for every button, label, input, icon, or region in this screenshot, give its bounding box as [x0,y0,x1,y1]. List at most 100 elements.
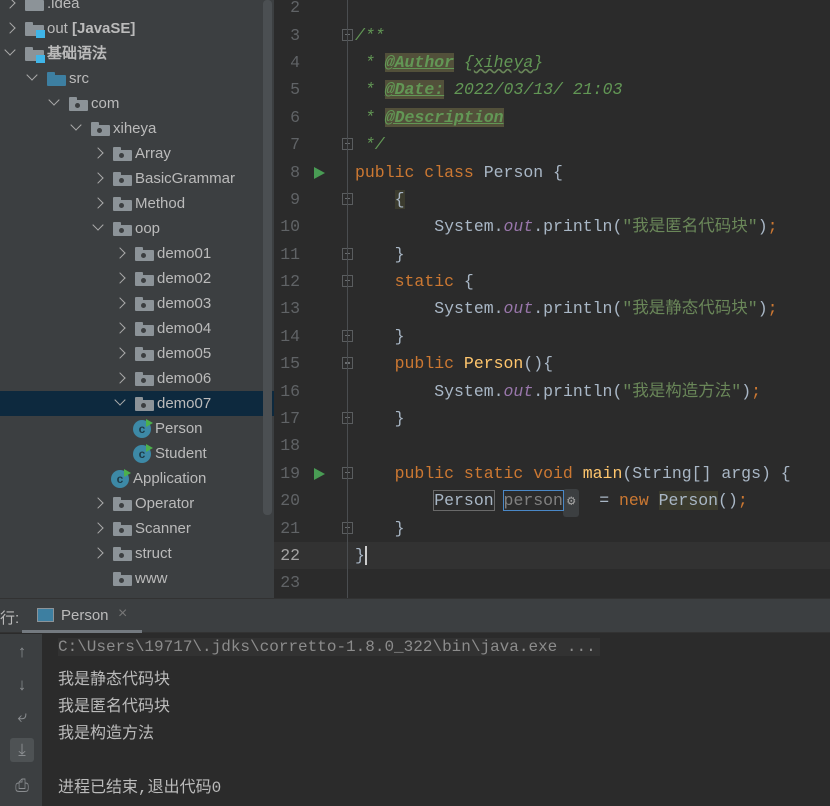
code-token[interactable]: person [502,490,564,512]
code-token: System. [355,217,504,237]
up-arrow-icon[interactable]: ↑ [10,640,34,664]
tree-item[interactable]: xiheya [0,116,262,141]
tree-item[interactable]: Array [0,141,262,166]
tree-item[interactable]: out [JavaSE] [0,16,262,41]
code-line[interactable]: 21 } [274,515,830,542]
chevron-right-icon[interactable] [114,321,126,334]
code-line[interactable]: 12 static { [274,268,830,295]
code-token: (String[] args) { [622,463,791,483]
chevron-right-icon[interactable] [92,171,104,184]
soft-wrap-icon[interactable]: ⤶ [10,705,34,729]
tree-item[interactable]: demo02 [0,266,262,291]
package-icon [135,271,154,286]
code-line[interactable]: 17 } [274,405,830,432]
code-line[interactable]: 5 * @Date: 2022/03/13/ 21:03 [274,76,830,103]
tree-item[interactable]: www [0,566,262,591]
run-gutter-icon[interactable] [314,166,325,179]
chevron-down-icon[interactable] [114,393,126,406]
tree-item[interactable]: c Application [0,466,262,491]
chevron-right-icon[interactable] [4,21,16,34]
code-line[interactable]: 15 public Person(){ [274,350,830,377]
chevron-right-icon[interactable] [4,0,16,9]
package-icon [113,171,132,186]
code-line[interactable]: 16 System.out.println("我是构造方法"); [274,378,830,405]
chevron-right-icon[interactable] [92,546,104,559]
line-number: 11 [280,244,300,264]
code-line[interactable]: 20 Person person ⚙ = new Person(); [274,487,830,517]
tree-item[interactable]: .idea [0,0,262,16]
run-tab-person[interactable]: Person × [22,599,142,633]
code-line[interactable]: 14 } [274,323,830,350]
tree-item[interactable]: oop [0,216,262,241]
chevron-down-icon[interactable] [70,118,82,131]
code-line[interactable]: 3 /** [274,22,830,49]
code-line[interactable]: 13 System.out.println("我是静态代码块"); [274,295,830,322]
chevron-right-icon[interactable] [114,271,126,284]
tree-item[interactable]: Scanner [0,516,262,541]
code-text: static { [355,268,474,295]
console-icon [37,608,54,622]
chevron-right-icon[interactable] [114,246,126,259]
code-line[interactable]: 19 public static void main(String[] args… [274,460,830,487]
tree-item[interactable]: Operator [0,491,262,516]
tree-item[interactable]: demo05 [0,341,262,366]
chevron-right-icon[interactable] [114,346,126,359]
code-token: xiheya [473,53,534,73]
tree-item[interactable]: com [0,91,262,116]
chevron-down-icon[interactable] [92,218,104,231]
code-line[interactable]: 2 [274,0,830,22]
project-tree-scrollbar[interactable] [263,0,272,515]
tree-item-label: Application [133,469,207,487]
tree-item[interactable]: demo04 [0,316,262,341]
tree-item-label: .idea [47,0,80,12]
chevron-right-icon[interactable] [92,146,104,159]
down-arrow-icon[interactable]: ↓ [10,673,34,697]
scroll-to-end-icon[interactable]: ⤓ [10,737,34,762]
code-line[interactable]: 10 System.out.println("我是匿名代码块"); [274,213,830,240]
code-token: { [463,272,474,292]
tree-item[interactable]: BasicGrammar [0,166,262,191]
gear-icon[interactable]: ⚙ [562,489,580,517]
tree-item-label: Scanner [135,519,191,537]
code-line[interactable]: 7 */ [274,131,830,158]
tree-item[interactable]: demo06 [0,366,262,391]
tree-item[interactable]: struct [0,541,262,566]
print-icon[interactable]: ⎙ [10,774,34,798]
code-line[interactable]: 9 { [274,186,830,213]
chevron-down-icon[interactable] [48,93,60,106]
code-line[interactable]: 18 [274,432,830,459]
chevron-right-icon[interactable] [92,521,104,534]
tree-item[interactable]: demo03 [0,291,262,316]
code-token: * [355,53,385,73]
tree-item[interactable]: src [0,66,262,91]
tree-item[interactable]: Method [0,191,262,216]
tree-item[interactable]: c Person [0,416,262,441]
close-icon[interactable]: × [118,605,127,623]
folder-icon [25,0,44,11]
code-editor[interactable]: 2 3/** 4 * @Author {xiheya} 5 * @Date: 2022… [274,0,830,598]
code-line[interactable]: 22} [274,541,830,570]
chevron-down-icon[interactable] [26,68,38,81]
line-number: 21 [280,518,300,538]
tree-item-label: out [JavaSE] [47,19,136,37]
chevron-right-icon[interactable] [114,296,126,309]
chevron-right-icon[interactable] [92,496,104,509]
code-line[interactable]: 6 * @Description [274,104,830,131]
chevron-right-icon[interactable] [92,196,104,209]
line-number: 19 [280,463,300,483]
code-token: (){ [523,354,554,374]
code-line[interactable]: 11 } [274,241,830,268]
tree-item[interactable]: 基础语法 [0,41,262,66]
code-line[interactable]: 4 * @Author {xiheya} [274,49,830,76]
code-token: 2022/03/13/ 21:03 [444,80,623,100]
run-gutter-icon[interactable] [314,467,325,480]
code-line[interactable]: 8 public class Person { [274,159,830,186]
tree-item[interactable]: demo01 [0,241,262,266]
chevron-right-icon[interactable] [114,371,126,384]
code-line[interactable]: 23 [274,569,830,596]
code-token: main [582,463,623,483]
tree-item[interactable]: demo07 [0,390,274,416]
tree-item[interactable]: c Student [0,441,262,466]
chevron-down-icon[interactable] [4,43,16,56]
